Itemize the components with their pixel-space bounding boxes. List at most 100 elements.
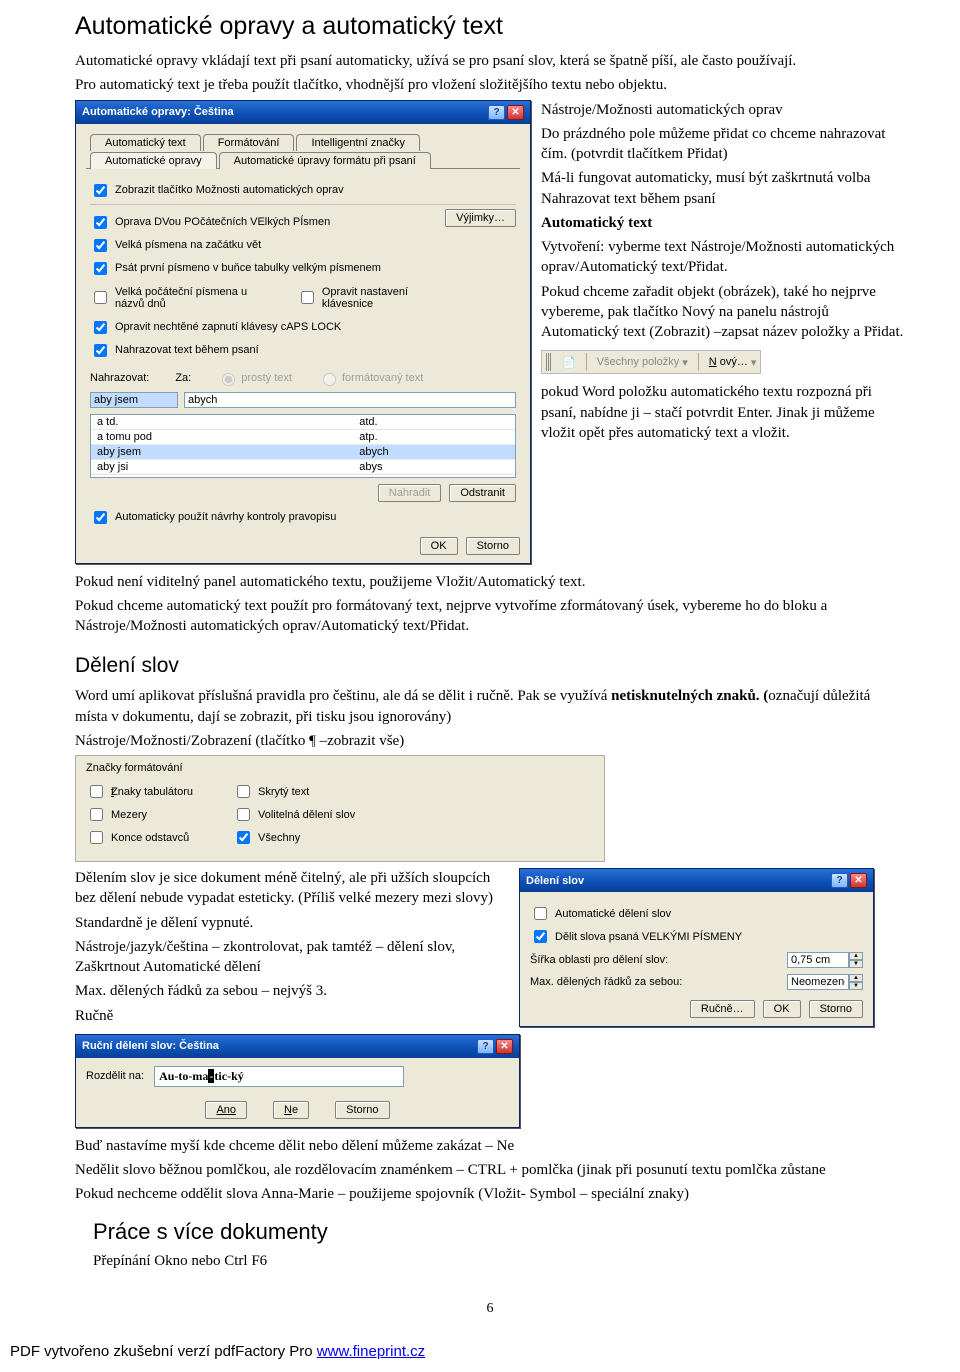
below-0: Dělením slov je sice dokument méně čitel… — [75, 868, 505, 909]
tab-autocorrect[interactable]: Automatické opravy — [90, 152, 217, 169]
after-p1: Pokud není viditelný panel automatického… — [75, 572, 905, 592]
below-3: Max. dělených řádků za sebou – nejvýš 3. — [75, 981, 505, 1001]
manual-hyph-dialog: Ruční dělení slov: Čeština ? ✕ Rozdělit … — [75, 1034, 520, 1128]
cancel-button[interactable]: Storno — [809, 1000, 863, 1018]
list-item[interactable]: aby jsiabys — [91, 459, 515, 474]
below-2: Nástroje/jazyk/čeština – zkontrolovat, p… — [75, 937, 505, 978]
page-number: 6 — [75, 1301, 905, 1317]
autocorrect-tabs: Automatický text Formátování Intelligent… — [86, 132, 520, 169]
hyphenation-dialog: Dělení slov ? ✕ Automatické dělení slov … — [519, 868, 874, 1027]
ok-button[interactable]: OK — [763, 1000, 801, 1018]
rb-p3: Má-li fungovat automaticky, musí být zaš… — [541, 168, 905, 209]
chk-table-cell-caps[interactable]: Psát první písmeno v buňce tabulky velký… — [90, 259, 445, 278]
hyph-title: Dělení slov — [526, 875, 584, 887]
panel-title: Značky formátování — [86, 762, 594, 774]
help-icon[interactable]: ? — [831, 873, 848, 888]
list-item[interactable]: a td.atd. — [91, 415, 515, 430]
tab-autotext[interactable]: Automatický text — [90, 134, 201, 151]
hyph-zone-label: Šířka oblasti pro dělení slov: — [530, 954, 668, 966]
autotext-dropdown[interactable]: Všechny položky▾ — [597, 356, 688, 369]
close-icon[interactable]: ✕ — [507, 105, 524, 120]
heading-autocorrect: Automatické opravy a automatický text — [75, 12, 905, 41]
intro-2: Pro automatický text je třeba použít tla… — [75, 75, 905, 95]
autotext-toolbar: 📄 Všechny položky▾ Nový… ▾ — [541, 350, 761, 374]
manual-button[interactable]: Ručně… — [690, 1000, 755, 1018]
spin-up-icon[interactable]: ▲ — [849, 952, 863, 960]
hyph-max-input[interactable]: ▲▼ — [787, 974, 863, 990]
label-with: Za: — [175, 372, 191, 384]
dialog-title: Automatické opravy: Čeština — [82, 106, 234, 118]
intro-1: Automatické opravy vkládají text při psa… — [75, 51, 905, 71]
footer-link[interactable]: www.fineprint.cz — [317, 1343, 425, 1360]
prace-p: Přepínání Okno nebo Ctrl F6 — [93, 1251, 905, 1271]
end-p3: Pokud nechceme oddělit slova Anna-Marie … — [75, 1184, 905, 1204]
autocorrect-dialog: Automatické opravy: Čeština ? ✕ Automati… — [75, 100, 531, 564]
chk-opthyph[interactable]: Volitelná dělení slov — [233, 805, 355, 824]
chk-para-ends[interactable]: Konce odstavců — [86, 828, 193, 847]
replace-list[interactable]: a td.atd. a tomu podatp. aby jsemabych a… — [90, 414, 516, 478]
list-item[interactable]: a tomu podatp. — [91, 429, 515, 444]
rb-p1: Nástroje/Možnosti automatických oprav — [541, 100, 905, 120]
pdf-footer: PDF vytvořeno zkušební verzí pdfFactory … — [0, 1337, 960, 1366]
tab-smarttags[interactable]: Intelligentní značky — [296, 134, 420, 151]
chk-auto-hyph[interactable]: Automatické dělení slov — [530, 904, 863, 923]
hyph-zone-input[interactable]: ▲▼ — [787, 952, 863, 968]
radio-formatted[interactable]: formátovaný text — [318, 370, 423, 386]
chk-show-options[interactable]: Zobrazit tlačítko Možnosti automatických… — [90, 181, 516, 200]
chk-hidden[interactable]: Skrytý text — [233, 782, 355, 801]
hyph-max-label: Max. dělených řádků za sebou: — [530, 976, 682, 988]
chk-all[interactable]: Všechny — [233, 828, 355, 847]
split-field[interactable]: Au-to-ma-tic-ký — [154, 1066, 404, 1087]
below-1: Standardně je dělení vypnuté. — [75, 913, 505, 933]
chk-spellcheck-suggest[interactable]: Automaticky použít návrhy kontroly pravo… — [90, 508, 516, 527]
chk-tabs[interactable]: tZnaky tabulátoru — [86, 782, 193, 801]
rb-p4: Automatický text — [541, 213, 905, 233]
cancel-button[interactable]: Storno — [466, 537, 520, 555]
rb-p2: Do prázdného pole můžeme přidat co chcem… — [541, 124, 905, 165]
label-replace: Nahrazovat: — [90, 372, 149, 384]
chk-replace-typing[interactable]: Nahrazovat text během psaní — [90, 341, 445, 360]
exceptions-button[interactable]: Výjimky… — [445, 209, 516, 227]
formatting-marks-panel: Značky formátování tZnaky tabulátoru Mez… — [75, 755, 605, 862]
radio-plain[interactable]: prostý text — [217, 370, 292, 386]
close-icon[interactable]: ✕ — [496, 1039, 513, 1054]
split-label: Rozdělit na: — [86, 1070, 144, 1082]
replace-button: Nahradit — [378, 484, 442, 502]
with-input[interactable] — [184, 392, 516, 408]
cancel-button[interactable]: Storno — [335, 1101, 389, 1119]
help-icon[interactable]: ? — [477, 1039, 494, 1054]
help-icon[interactable]: ? — [488, 105, 505, 120]
replace-input[interactable] — [90, 392, 178, 408]
heading-hyphenation: Dělení slov — [75, 654, 905, 678]
chk-sentence-caps[interactable]: Velká písmena na začátku vět — [90, 236, 445, 255]
autotext-new-button[interactable]: Nový… ▾ — [709, 356, 757, 369]
toolbar-grip[interactable] — [546, 353, 552, 371]
chk-day-caps[interactable]: Velká počáteční písmena u názvů dnů — [90, 286, 279, 310]
delete-button[interactable]: Odstranit — [449, 484, 516, 502]
after-p2: Pokud chceme automatický text použít pro… — [75, 596, 905, 637]
rb2-p1: pokud Word položku automatického textu r… — [541, 382, 905, 443]
spin-down-icon[interactable]: ▼ — [849, 982, 863, 990]
chk-two-caps[interactable]: Oprava DVou POčátečních VElkých PÍsmen — [90, 213, 445, 232]
end-p1: Buď nastavíme myší kde chceme dělit nebo… — [75, 1136, 905, 1156]
chk-caps-hyph[interactable]: Dělit slova psaná VELKÝMI PÍSMENY — [530, 927, 863, 946]
chk-keyboard[interactable]: Opravit nastavení klávesnice — [297, 286, 445, 310]
close-icon[interactable]: ✕ — [850, 873, 867, 888]
ok-button[interactable]: OK — [420, 537, 458, 555]
list-item[interactable]: aby jsemabych — [91, 444, 515, 459]
chk-capslock[interactable]: Opravit nechtěné zapnutí klávesy cAPS LO… — [90, 318, 445, 337]
chk-spaces[interactable]: Mezery — [86, 805, 193, 824]
spin-up-icon[interactable]: ▲ — [849, 974, 863, 982]
tab-autoformat[interactable]: Automatické úpravy formátu při psaní — [219, 152, 431, 169]
rb-p5: Vytvoření: vyberme text Nástroje/Možnost… — [541, 237, 905, 278]
no-button[interactable]: Ne — [273, 1101, 309, 1119]
deleni-p1: Word umí aplikovat příslušná pravidla pr… — [75, 686, 905, 727]
below-4: Ručně — [75, 1006, 505, 1026]
autotext-insert-icon[interactable]: 📄 — [562, 356, 576, 369]
spin-down-icon[interactable]: ▼ — [849, 960, 863, 968]
end-p2: Nedělit slovo běžnou pomlčkou, ale rozdě… — [75, 1160, 905, 1180]
deleni-p2: Nástroje/Možnosti/Zobrazení (tlačítko ¶ … — [75, 731, 905, 751]
yes-button[interactable]: Ano — [205, 1101, 247, 1119]
manual-hyph-title: Ruční dělení slov: Čeština — [82, 1040, 219, 1052]
tab-formatting[interactable]: Formátování — [203, 134, 295, 151]
